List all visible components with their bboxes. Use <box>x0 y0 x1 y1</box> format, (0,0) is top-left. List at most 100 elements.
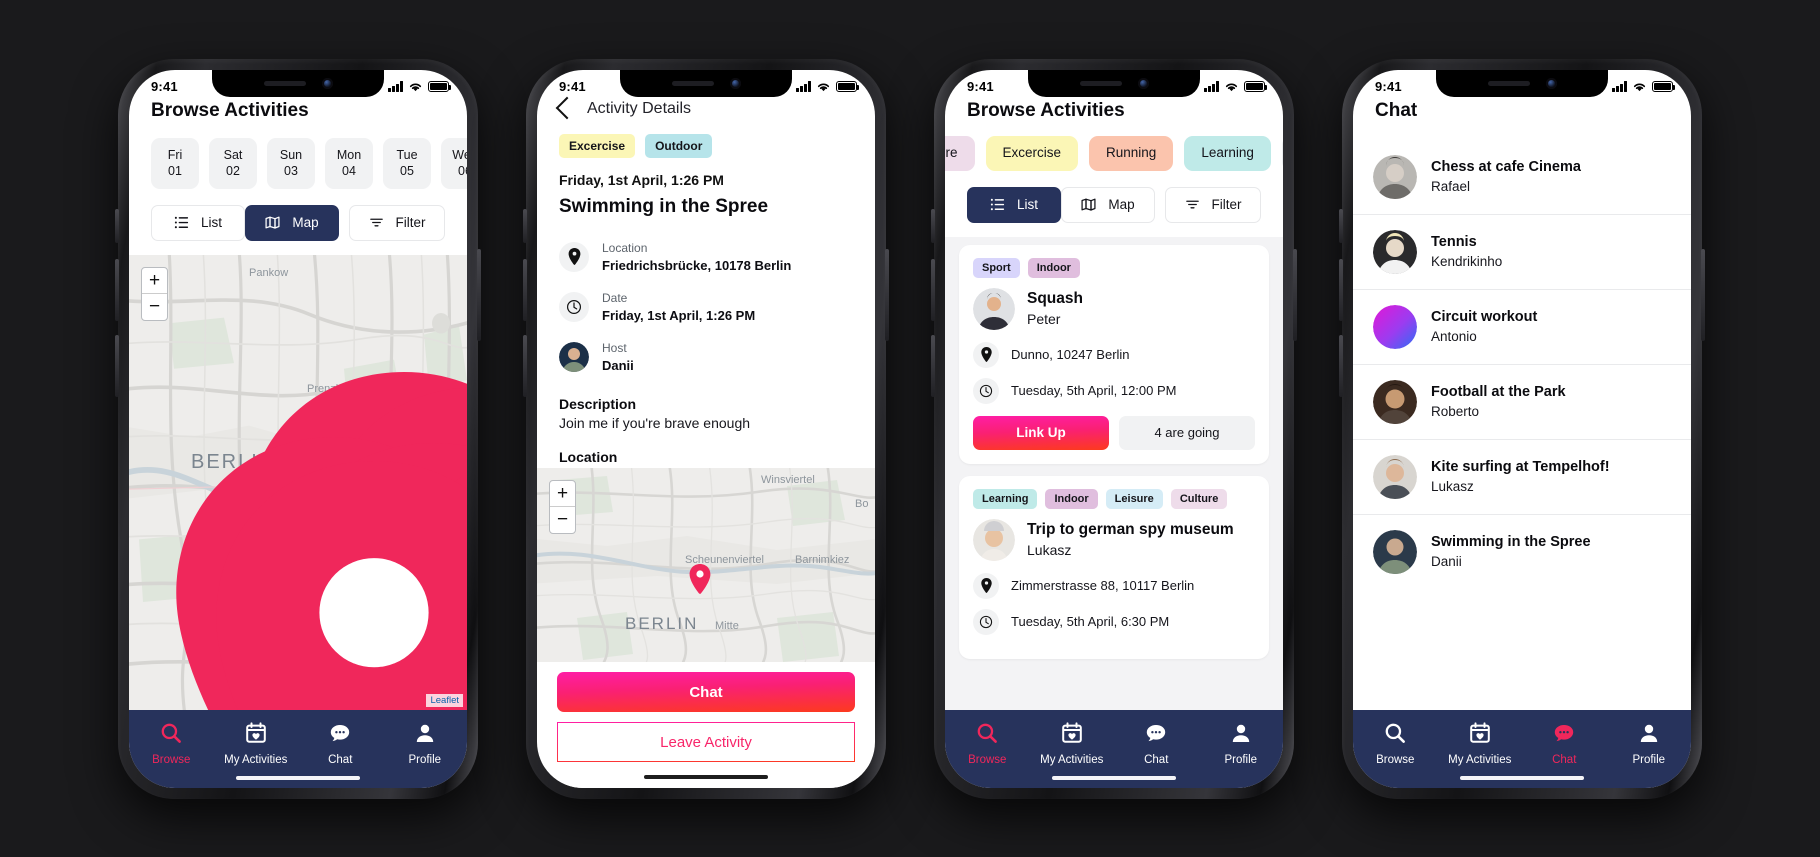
map-label-barnimkiez: Barnimkiez <box>795 553 850 566</box>
volume-down-button[interactable] <box>1339 334 1343 397</box>
list-item[interactable]: Swimming in the Spree Danii <box>1353 515 1691 589</box>
list-item[interactable]: Circuit workout Antonio <box>1353 290 1691 365</box>
leave-activity-button[interactable]: Leave Activity <box>557 722 855 763</box>
map-zoom-out-button[interactable]: − <box>142 294 167 320</box>
day-chip[interactable]: Sat 02 <box>209 137 257 189</box>
day-chip[interactable]: Tue 05 <box>383 137 431 189</box>
power-button[interactable] <box>1701 248 1705 341</box>
tab-my-activities[interactable]: My Activities <box>214 721 299 766</box>
chip-relaxing[interactable]: Rel <box>1281 135 1283 171</box>
view-segmented-control: List Map <box>151 204 339 241</box>
activity-map[interactable]: Pankow Prenzlauer Berg BERLIN Friedrichs… <box>129 254 467 710</box>
map-zoom-in-button[interactable]: + <box>142 268 167 294</box>
list-item[interactable]: Tennis Kendrikinho <box>1353 215 1691 290</box>
avatar[interactable] <box>973 287 1015 330</box>
phone-1-browse-map: 9:41 Browse Activities Fri 01 Sat 02 Sun… <box>115 58 481 799</box>
list-item[interactable]: Kite surfing at Tempelhof! Lukasz <box>1353 440 1691 515</box>
day-chip[interactable]: Mon 04 <box>325 137 373 189</box>
chat-button[interactable]: Chat <box>557 672 855 713</box>
activity-card-list[interactable]: Sport Indoor Squash Peter Dunno, 10247 B… <box>945 236 1283 710</box>
info-text-host: Host Danii <box>602 339 634 375</box>
tab-profile[interactable]: Profile <box>1607 722 1692 766</box>
detail-scroll-area[interactable]: Excercise Outdoor Friday, 1st April, 1:2… <box>537 132 875 663</box>
tab-browse-label: Browse <box>968 753 1007 766</box>
chip-culture[interactable]: ure <box>945 135 975 171</box>
info-label: Date <box>602 290 628 305</box>
day-num: 06 <box>458 164 467 178</box>
power-button[interactable] <box>477 248 481 341</box>
activity-card[interactable]: Learning Indoor Leisure Culture Trip to <box>959 475 1269 659</box>
day-chip[interactable]: Sun 03 <box>267 137 315 189</box>
view-controls: List Map Filter <box>945 171 1283 237</box>
tab-chat[interactable]: Chat <box>1522 722 1607 766</box>
filter-button[interactable]: Filter <box>1165 186 1261 223</box>
day-num: 03 <box>284 164 298 178</box>
detail-map[interactable]: Winsviertel Bo Scheunenviertel Barnimkie… <box>537 467 875 663</box>
tab-profile[interactable]: Profile <box>1199 722 1284 766</box>
card-header: Squash Peter <box>973 287 1255 330</box>
back-arrow-icon[interactable] <box>555 96 579 119</box>
tab-map-view[interactable]: Map <box>1061 186 1155 223</box>
category-chip-row[interactable]: ure Excercise Running Learning Rel <box>945 132 1283 171</box>
filter-label: Filter <box>1211 197 1242 212</box>
tab-browse-label: Browse <box>1376 753 1415 766</box>
day-chip[interactable]: Wed 06 <box>441 137 467 189</box>
bottom-tab-bar: Browse My Activities Chat Profile <box>945 709 1284 788</box>
power-button[interactable] <box>1293 248 1297 341</box>
chat-name: Kendrikinho <box>1431 254 1503 269</box>
info-row-host: Host Danii <box>537 334 875 384</box>
activity-card[interactable]: Sport Indoor Squash Peter Dunno, 10247 B… <box>959 244 1269 464</box>
status-indicators <box>796 81 860 93</box>
tab-browse[interactable]: Browse <box>129 722 214 766</box>
map-pin[interactable] <box>205 460 467 710</box>
tab-browse[interactable]: Browse <box>945 722 1030 766</box>
card-date-row: Tuesday, 5th April, 12:00 PM <box>973 377 1255 404</box>
filter-button[interactable]: Filter <box>349 204 445 241</box>
map-zoom-controls[interactable]: + − <box>549 479 576 534</box>
clock-icon <box>559 291 589 322</box>
tab-map-view[interactable]: Map <box>245 204 339 241</box>
wifi-icon <box>409 83 422 91</box>
avatar <box>1373 454 1417 499</box>
chat-conversation-list[interactable]: Chess at cafe Cinema Rafael Tennis Kendr… <box>1353 140 1691 710</box>
power-button[interactable] <box>885 248 889 341</box>
avatar <box>1373 379 1417 424</box>
map-pin[interactable] <box>689 563 711 594</box>
volume-down-button[interactable] <box>523 334 527 397</box>
list-item[interactable]: Chess at cafe Cinema Rafael <box>1353 140 1691 215</box>
map-zoom-controls[interactable]: + − <box>141 266 168 321</box>
chat-title: Circuit workout <box>1431 309 1538 325</box>
card-date-text: Tuesday, 5th April, 12:00 PM <box>1011 383 1177 398</box>
tab-my-activities-label: My Activities <box>1448 753 1512 766</box>
tab-list-view[interactable]: List <box>151 204 245 241</box>
link-up-button[interactable]: Link Up <box>973 415 1109 450</box>
tab-browse[interactable]: Browse <box>1353 722 1438 766</box>
day-selector[interactable]: Fri 01 Sat 02 Sun 03 Mon 04 Tue 05 W 0 <box>129 132 467 189</box>
card-tag-row: Learning Indoor Leisure Culture <box>973 488 1255 509</box>
chip-excercise[interactable]: Excercise <box>985 135 1079 171</box>
avatar[interactable] <box>559 341 589 372</box>
chip-learning[interactable]: Learning <box>1184 135 1271 171</box>
day-chip[interactable]: Fri 01 <box>151 137 199 189</box>
phone-4-screen: 9:41 Chat Chess at cafe Cinema Rafael Te… <box>1353 69 1692 788</box>
tab-my-activities[interactable]: My Activities <box>1030 721 1115 766</box>
map-zoom-out-button[interactable]: − <box>550 507 575 533</box>
map-label-winsviertel: Winsviertel <box>761 473 815 486</box>
list-item[interactable]: Football at the Park Roberto <box>1353 365 1691 440</box>
tab-chat[interactable]: Chat <box>298 722 383 766</box>
tab-chat[interactable]: Chat <box>1114 722 1199 766</box>
phone-2-screen: 9:41 Activity Details Excercise Outdoor … <box>537 69 875 788</box>
tab-my-activities[interactable]: My Activities <box>1438 721 1523 766</box>
chip-running[interactable]: Running <box>1089 135 1174 171</box>
volume-down-button[interactable] <box>115 334 119 397</box>
tab-profile[interactable]: Profile <box>383 722 468 766</box>
avatar[interactable] <box>973 518 1015 561</box>
tab-list-view[interactable]: List <box>967 186 1061 223</box>
map-zoom-in-button[interactable]: + <box>550 481 575 507</box>
avatar <box>1373 529 1417 574</box>
volume-down-button[interactable] <box>931 334 935 397</box>
battery-icon <box>1244 81 1268 92</box>
status-indicators <box>1612 81 1676 93</box>
chat-title: Kite surfing at Tempelhof! <box>1431 459 1610 475</box>
map-attribution[interactable]: Leaflet <box>426 693 463 707</box>
